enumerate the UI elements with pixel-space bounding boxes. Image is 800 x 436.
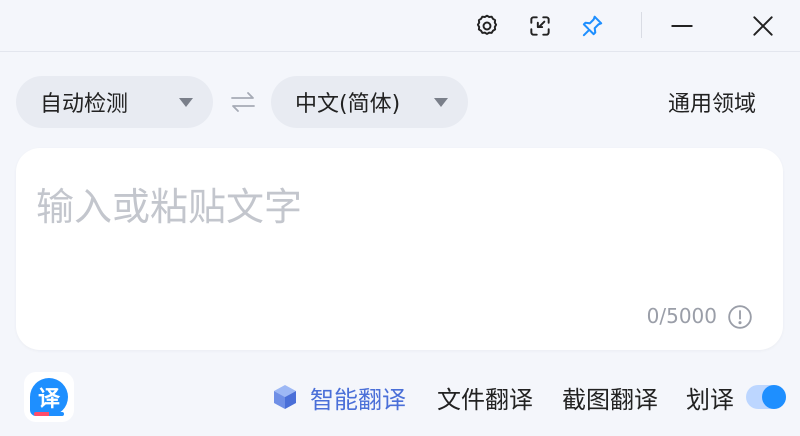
gear-icon (476, 14, 498, 35)
source-language-label: 自动检测 (40, 92, 129, 117)
settings-button[interactable] (471, 10, 503, 42)
target-language-select[interactable]: 中文(简体) (271, 76, 468, 128)
screenshot-translate-button[interactable]: 截图翻译 (562, 380, 658, 415)
target-language-label: 中文(简体) (295, 92, 401, 117)
chevron-down-icon (434, 98, 448, 107)
file-translate-button[interactable]: 文件翻译 (437, 380, 533, 415)
swap-languages-button[interactable] (228, 88, 258, 116)
title-bar (0, 0, 800, 52)
titlebar-divider (641, 12, 642, 38)
cube-icon (274, 385, 296, 409)
toggle-knob (762, 385, 786, 409)
info-icon[interactable] (727, 304, 753, 330)
app-logo[interactable]: 译 (24, 372, 74, 422)
domain-select[interactable]: 通用领域 (668, 86, 756, 118)
pin-icon (582, 15, 603, 37)
chevron-down-icon (179, 98, 193, 107)
minimize-button[interactable] (666, 10, 698, 42)
selection-translate-toggle[interactable] (746, 385, 786, 409)
close-icon (753, 16, 773, 36)
pin-button[interactable] (576, 10, 608, 42)
compress-icon (530, 16, 550, 36)
minimize-icon (671, 25, 693, 27)
selection-translate-label: 划译 (686, 386, 734, 414)
char-counter: 0/5000 (646, 304, 717, 328)
input-card: 0/5000 (16, 148, 783, 350)
close-button[interactable] (747, 10, 779, 42)
smart-translate-button[interactable]: 智能翻译 (310, 380, 406, 415)
source-text-input[interactable] (36, 176, 756, 296)
logo-glyph: 译 (30, 378, 68, 416)
mini-mode-button[interactable] (524, 10, 556, 42)
swap-icon (231, 92, 255, 112)
logo-stripe (34, 412, 64, 416)
source-language-select[interactable]: 自动检测 (16, 76, 213, 128)
